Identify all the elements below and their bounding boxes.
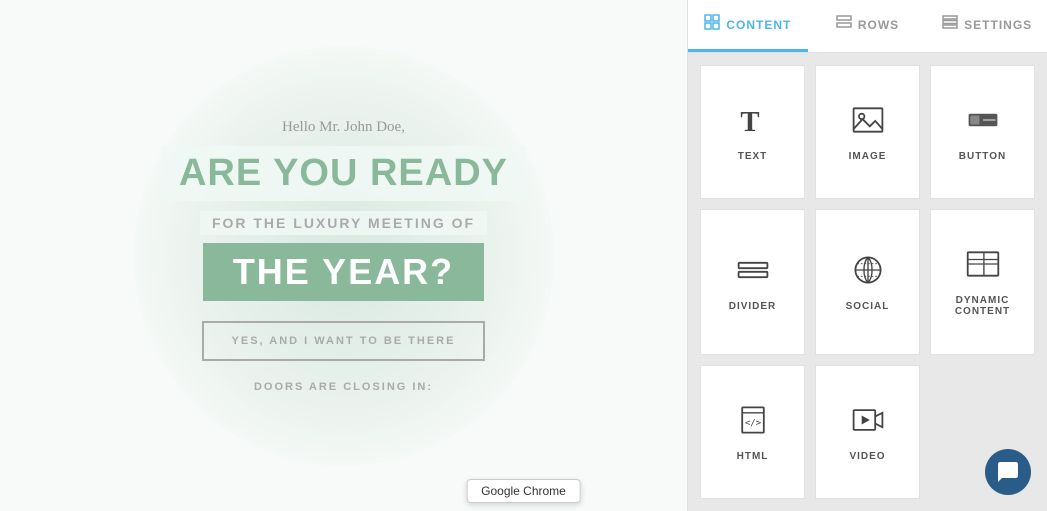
greeting-text: Hello Mr. John Doe,: [161, 119, 526, 136]
html-item-label: HTML: [737, 451, 769, 462]
social-item-label: SOCIAL: [846, 301, 890, 312]
rows-tab-icon: [836, 14, 852, 35]
divider-icon: [735, 252, 771, 293]
content-tab-icon: [704, 14, 720, 35]
settings-tab-label: SETTINGS: [964, 18, 1032, 32]
social-icon: [850, 252, 886, 293]
content-grid: T TEXT IMAGE: [688, 53, 1047, 511]
subline-text: FOR THE LUXURY MEETING OF: [200, 211, 487, 235]
rows-tab-label: ROWS: [858, 18, 899, 32]
content-item-social[interactable]: SOCIAL: [815, 209, 920, 354]
svg-text:</>: </>: [744, 418, 761, 428]
chat-bubble-button[interactable]: [985, 449, 1031, 495]
html-icon: </>: [735, 402, 771, 443]
content-tab-label: CONTENT: [726, 18, 791, 32]
email-content: Hello Mr. John Doe, ARE YOU READY FOR TH…: [141, 99, 546, 413]
button-icon: [965, 102, 1001, 143]
content-item-dynamic[interactable]: DYNAMIC CONTENT: [930, 209, 1035, 354]
doors-text: DOORS ARE CLOSING IN:: [161, 381, 526, 393]
text-item-label: TEXT: [738, 151, 768, 162]
divider-item-label: DIVIDER: [729, 301, 777, 312]
dynamic-content-item-label: DYNAMIC CONTENT: [939, 295, 1026, 317]
content-item-text[interactable]: T TEXT: [700, 65, 805, 199]
settings-tab-icon: [942, 14, 958, 35]
email-preview-area: Hello Mr. John Doe, ARE YOU READY FOR TH…: [0, 0, 687, 511]
dynamic-content-icon: [965, 246, 1001, 287]
image-icon: [850, 102, 886, 143]
chat-icon: [996, 460, 1020, 484]
content-item-divider[interactable]: DIVIDER: [700, 209, 805, 354]
video-item-label: VIDEO: [849, 451, 885, 462]
content-item-image[interactable]: IMAGE: [815, 65, 920, 199]
year-line-text: THE YEAR?: [203, 243, 484, 301]
tab-content[interactable]: CONTENT: [688, 0, 808, 52]
cta-button[interactable]: YES, AND I WANT TO BE THERE: [202, 321, 486, 361]
button-item-label: BUTTON: [959, 151, 1006, 162]
image-item-label: IMAGE: [849, 151, 887, 162]
google-chrome-tooltip: Google Chrome: [466, 479, 581, 503]
headline-text: ARE YOU READY: [161, 146, 526, 201]
tab-rows[interactable]: ROWS: [808, 0, 928, 52]
tab-bar: CONTENT ROWS SETTINGS: [688, 0, 1047, 53]
content-item-video[interactable]: VIDEO: [815, 365, 920, 499]
video-icon: [850, 402, 886, 443]
right-panel: CONTENT ROWS SETTINGS: [687, 0, 1047, 511]
svg-text:T: T: [740, 106, 759, 138]
content-item-button[interactable]: BUTTON: [930, 65, 1035, 199]
text-icon: T: [735, 102, 771, 143]
content-item-html[interactable]: </> HTML: [700, 365, 805, 499]
tab-settings[interactable]: SETTINGS: [927, 0, 1047, 52]
